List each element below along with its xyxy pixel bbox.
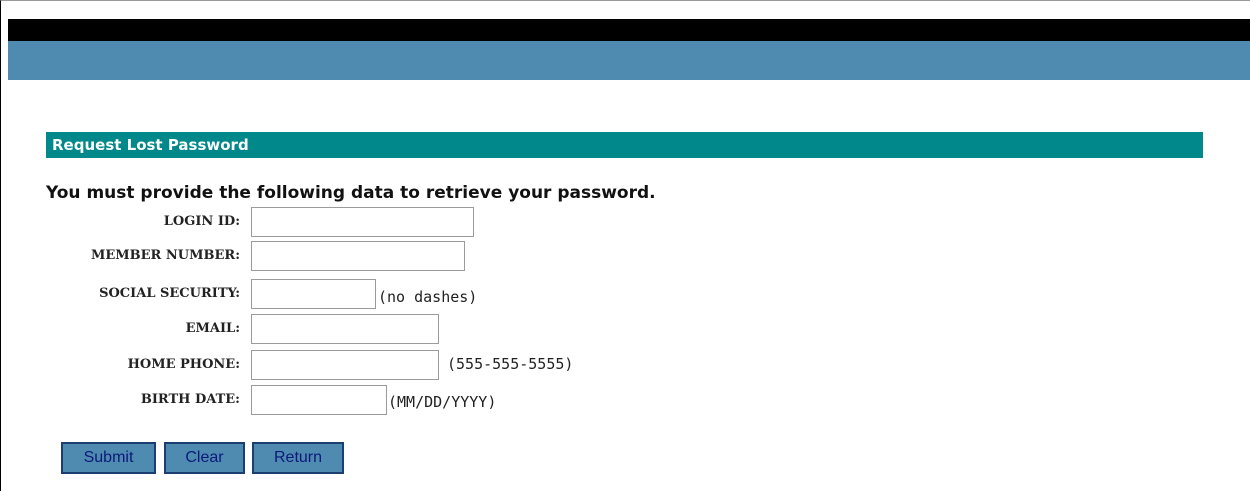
- login-id-row: LOGIN ID:: [46, 207, 240, 237]
- return-button[interactable]: Return: [252, 442, 344, 474]
- submit-button[interactable]: Submit: [61, 442, 156, 474]
- instructions-text: You must provide the following data to r…: [46, 183, 656, 203]
- top-black-bar: [8, 19, 1250, 41]
- clear-button[interactable]: Clear: [164, 442, 245, 474]
- social-security-label: SOCIAL SECURITY:: [99, 286, 240, 301]
- login-id-input[interactable]: [251, 207, 474, 237]
- social-security-hint: (no dashes): [378, 288, 478, 306]
- birth-date-row: BIRTH DATE:: [46, 385, 240, 415]
- home-phone-row: HOME PHONE:: [46, 350, 240, 380]
- birth-date-label: BIRTH DATE:: [140, 392, 240, 407]
- birth-date-input[interactable]: [251, 385, 387, 415]
- member-number-input[interactable]: [251, 241, 465, 271]
- home-phone-hint: (555-555-5555): [447, 355, 574, 373]
- social-security-input[interactable]: [251, 279, 376, 309]
- email-input[interactable]: [251, 314, 439, 344]
- email-label: EMAIL:: [185, 321, 240, 336]
- home-phone-input[interactable]: [251, 350, 439, 380]
- member-number-row: MEMBER NUMBER:: [46, 241, 240, 271]
- birth-date-hint: (MM/DD/YYYY): [388, 393, 497, 411]
- navigation-bar: [8, 41, 1250, 80]
- login-id-label: LOGIN ID:: [163, 214, 240, 229]
- email-row: EMAIL:: [46, 314, 240, 344]
- member-number-label: MEMBER NUMBER:: [90, 248, 240, 263]
- home-phone-label: HOME PHONE:: [127, 357, 240, 372]
- social-security-row: SOCIAL SECURITY:: [46, 279, 240, 309]
- section-header: Request Lost Password: [46, 132, 1203, 158]
